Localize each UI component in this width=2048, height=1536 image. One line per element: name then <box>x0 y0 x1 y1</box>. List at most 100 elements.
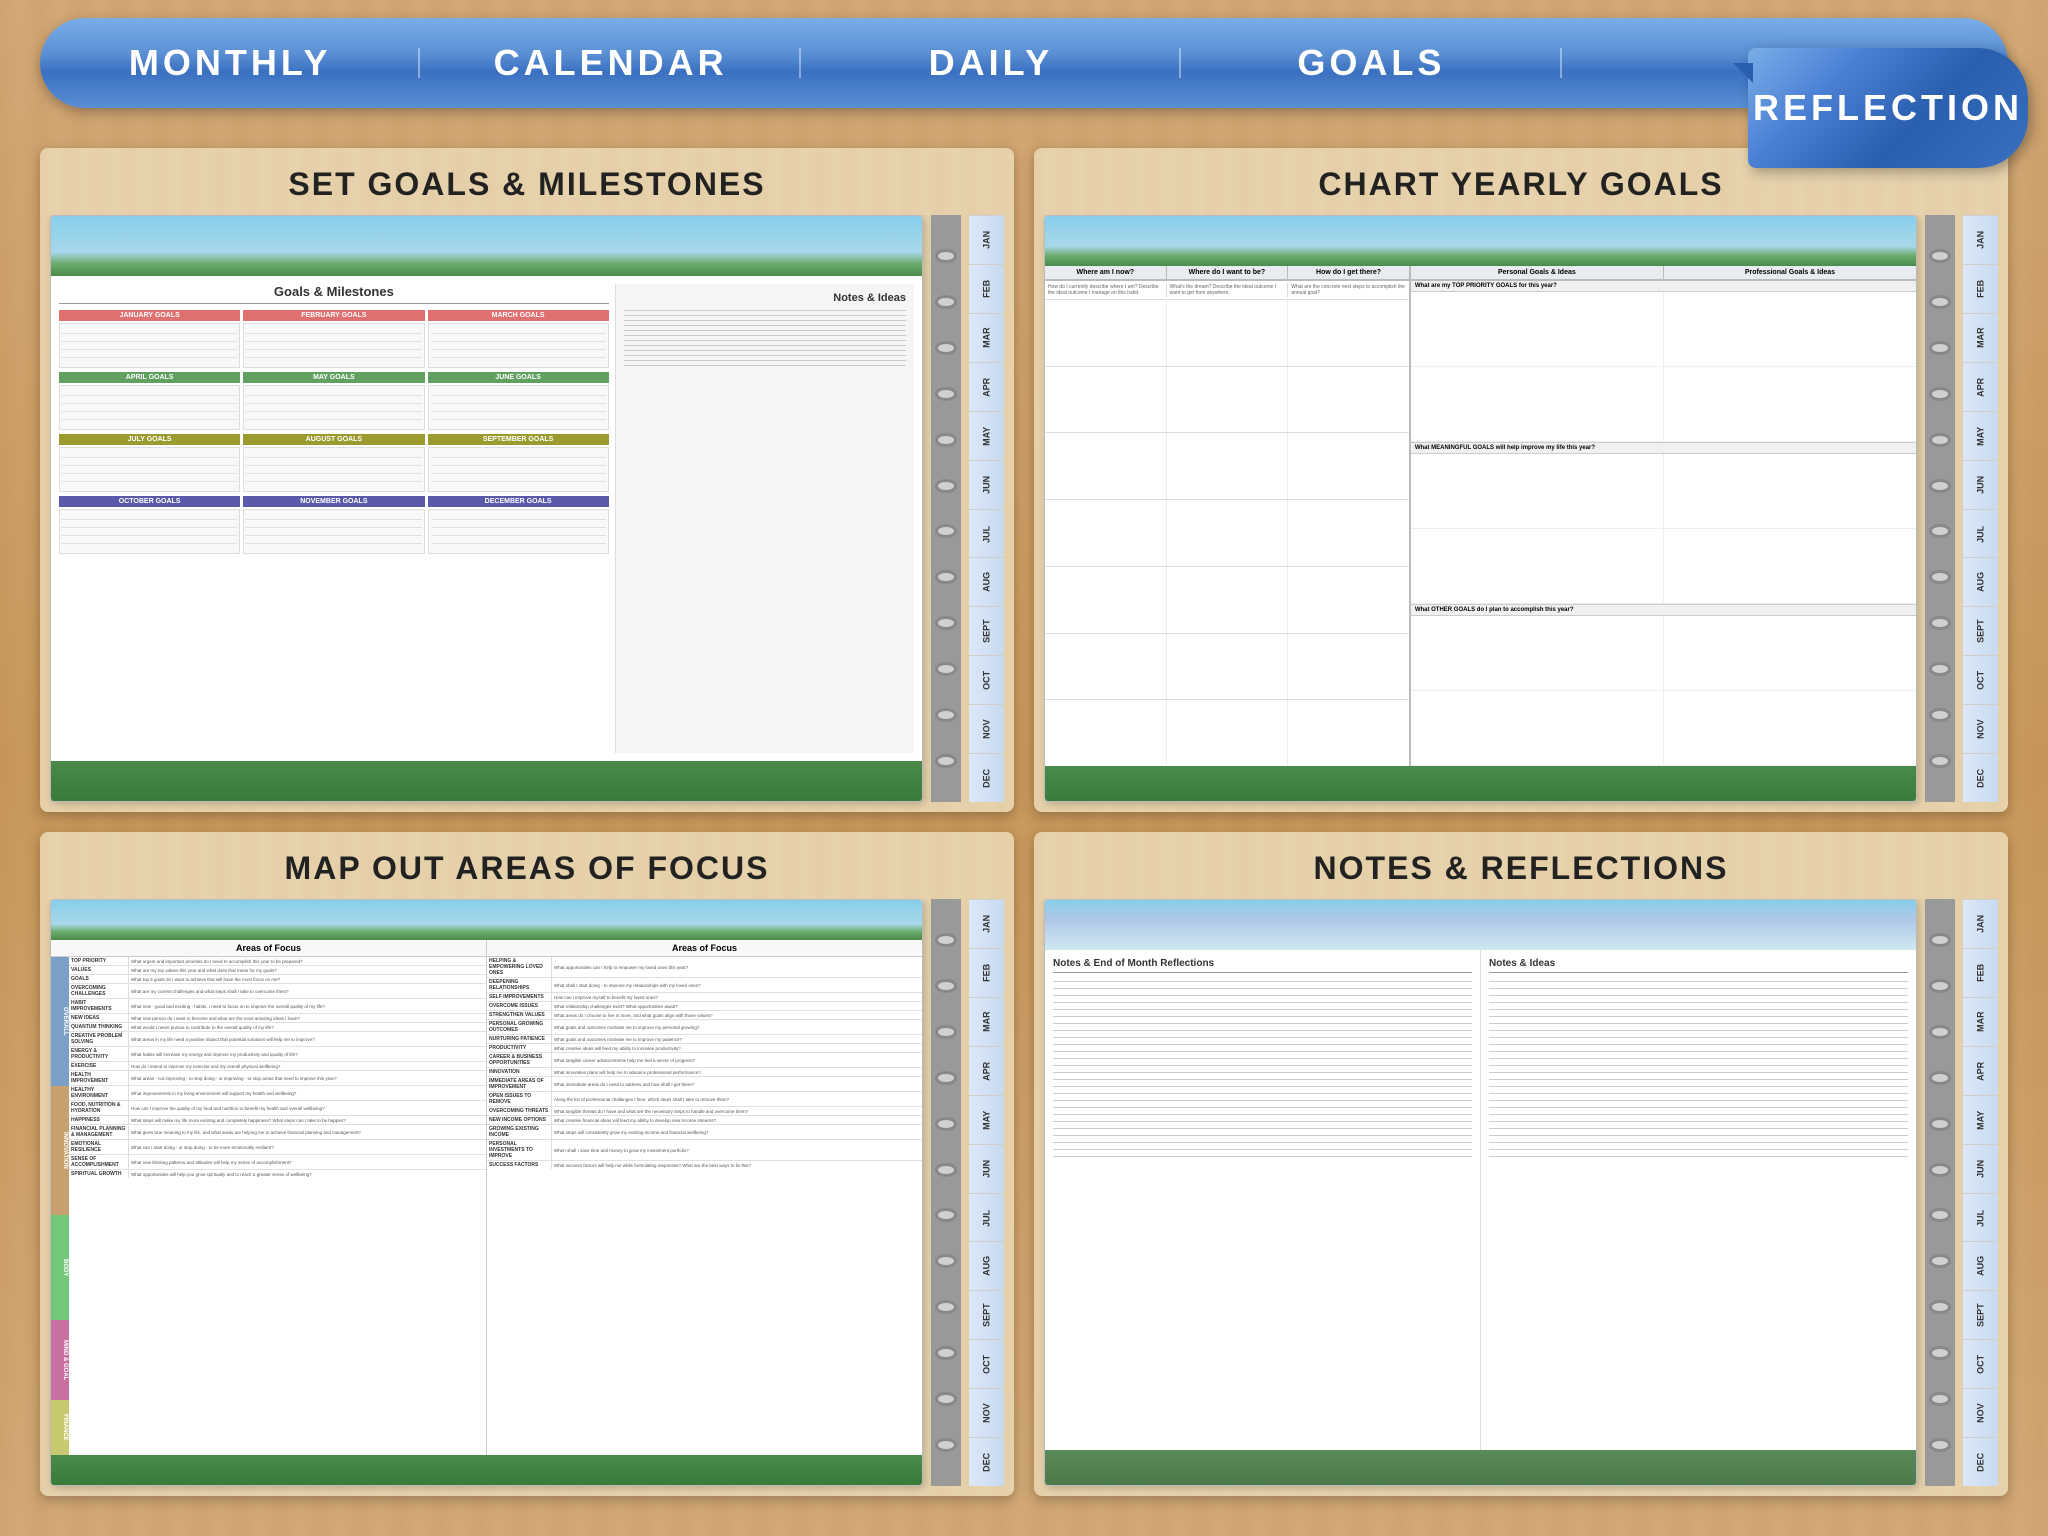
nav-goals-label: GOALS <box>1297 42 1445 83</box>
chart-month-jul[interactable]: JUL <box>1963 509 1998 558</box>
oct-goals-header: OCTOBER GOALS <box>59 496 240 507</box>
notes-month-oct[interactable]: OCT <box>1963 1339 1998 1388</box>
areas-month-may[interactable]: MAY <box>969 1095 1004 1144</box>
top-priority-label: What are my TOP PRIORITY GOALS for this … <box>1411 281 1916 292</box>
notes-lines <box>624 310 906 745</box>
chart-month-oct[interactable]: OCT <box>1963 655 1998 704</box>
areas-of-focus-panel: MAP OUT AREAS OF FOCUS Areas of Focus OV… <box>40 832 1014 1496</box>
right-personal-invest-text: When shall I save time and money to grow… <box>552 1147 922 1154</box>
areas-month-tabs: JAN FEB MAR APR MAY JUN JUL AUG SEPT OCT… <box>969 899 1004 1486</box>
month-tab-nov[interactable]: NOV <box>969 704 1004 753</box>
right-immediate: IMMEDIATE AREAS OF IMPROVEMENT <box>487 1077 552 1091</box>
apr-goals-area <box>59 385 240 430</box>
nav-monthly[interactable]: MONTHLY <box>40 42 420 84</box>
chart-month-aug[interactable]: AUG <box>1963 557 1998 606</box>
areas-month-nov[interactable]: NOV <box>969 1388 1004 1437</box>
innovation-label: INNOVATION <box>51 1086 69 1215</box>
areas-month-mar[interactable]: MAR <box>969 997 1004 1046</box>
notes-month-jun[interactable]: JUN <box>1963 1144 1998 1193</box>
notes-month-aug[interactable]: AUG <box>1963 1241 1998 1290</box>
spiral-coil <box>935 524 957 538</box>
notes-ideas-title: Notes & Ideas <box>1489 958 1908 973</box>
spiral-coil <box>935 708 957 722</box>
dec-goals-header: DECEMBER GOALS <box>428 496 609 507</box>
right-self-text: How can I improve myself to benefit my l… <box>552 994 922 1001</box>
chart-month-nov[interactable]: NOV <box>1963 704 1998 753</box>
chart-yearly-goals-panel: CHART YEARLY GOALS Where am I now? Where… <box>1034 148 2008 812</box>
chart-month-feb[interactable]: FEB <box>1963 264 1998 313</box>
month-tab-jul[interactable]: JUL <box>969 509 1004 558</box>
notes-month-mar[interactable]: MAR <box>1963 997 1998 1046</box>
nav-reflection-label: REFLECTION <box>1753 87 2023 129</box>
right-success-text: What success factors will help me while … <box>552 1162 922 1169</box>
nav-calendar[interactable]: CALENDAR <box>420 42 800 84</box>
areas-month-oct[interactable]: OCT <box>969 1339 1004 1388</box>
notes-month-apr[interactable]: APR <box>1963 1046 1998 1095</box>
areas-month-jul[interactable]: JUL <box>969 1193 1004 1242</box>
month-tab-aug[interactable]: AUG <box>969 557 1004 606</box>
areas-month-jan[interactable]: JAN <box>969 899 1004 948</box>
right-new-income-text: What creative financial ideas will feed … <box>552 1117 922 1124</box>
row-food: FOOD, NUTRITION & HYDRATION <box>69 1101 129 1115</box>
areas-month-feb[interactable]: FEB <box>969 948 1004 997</box>
areas-month-aug[interactable]: AUG <box>969 1241 1004 1290</box>
chart-month-mar[interactable]: MAR <box>1963 313 1998 362</box>
chart-month-dec[interactable]: DEC <box>1963 753 1998 802</box>
areas-month-apr[interactable]: APR <box>969 1046 1004 1095</box>
chart-month-apr[interactable]: APR <box>1963 362 1998 411</box>
apr-goals-header: APRIL GOALS <box>59 372 240 383</box>
month-tab-apr[interactable]: APR <box>969 362 1004 411</box>
right-personal-invest: PERSONAL INVESTMENTS TO IMPROVE <box>487 1140 552 1160</box>
month-tab-oct[interactable]: OCT <box>969 655 1004 704</box>
main-content: SET GOALS & MILESTONES Goals & Milestone… <box>20 128 2028 1516</box>
notes-month-nov[interactable]: NOV <box>1963 1388 1998 1437</box>
row-quantum-text: What would I never pursue to contribute … <box>129 1024 486 1031</box>
right-nurturing: NURTURING PATIENCE <box>487 1035 552 1043</box>
month-tab-feb[interactable]: FEB <box>969 264 1004 313</box>
notes-month-dec[interactable]: DEC <box>1963 1437 1998 1486</box>
jul-goals-header: JULY GOALS <box>59 434 240 445</box>
right-strengthen-text: What areas do I choose to live in more, … <box>552 1012 922 1019</box>
nav-ribbon: REFLECTION <box>1748 48 2028 168</box>
row-habits-text: What new - good and exciting - habits, I… <box>129 1003 486 1010</box>
row-exercise-text: How do I intend to improve my exercise a… <box>129 1063 486 1070</box>
chart-month-sept[interactable]: SEPT <box>1963 606 1998 655</box>
row-financial-text: What gives true meaning to my life, and … <box>129 1129 486 1136</box>
chart-month-may[interactable]: MAY <box>1963 411 1998 460</box>
month-tab-jan[interactable]: JAN <box>969 215 1004 264</box>
aug-goals-area <box>243 447 424 492</box>
chart-month-jan[interactable]: JAN <box>1963 215 1998 264</box>
month-tab-dec[interactable]: DEC <box>969 753 1004 802</box>
chart-month-jun[interactable]: JUN <box>1963 460 1998 509</box>
month-tab-sept[interactable]: SEPT <box>969 606 1004 655</box>
professional-goals-header: Professional Goals & Ideas <box>1664 266 1916 279</box>
row-values: VALUES <box>69 966 129 974</box>
right-career: CAREER & BUSINESS OPPORTUNITIES <box>487 1053 552 1067</box>
month-tab-jun[interactable]: JUN <box>969 460 1004 509</box>
right-growing: GROWING EXISTING INCOME <box>487 1125 552 1139</box>
row-sense-text: What new thinking patterns and attitudes… <box>129 1159 486 1166</box>
notes-month-jan[interactable]: JAN <box>1963 899 1998 948</box>
notes-month-jul[interactable]: JUL <box>1963 1193 1998 1242</box>
mar-goals-area <box>428 323 609 368</box>
right-deepening-text: What shall I start doing - to improve my… <box>552 982 922 989</box>
notes-month-may[interactable]: MAY <box>1963 1095 1998 1144</box>
notes-month-sept[interactable]: SEPT <box>1963 1290 1998 1339</box>
row-health: HEALTH IMPROVEMENT <box>69 1071 129 1085</box>
row-quantum: QUANTUM THINKING <box>69 1023 129 1031</box>
right-overcoming-text: What tangible threats do I have and what… <box>552 1108 922 1115</box>
goals-spiral <box>931 215 961 802</box>
right-strengthen: STRENGTHEN VALUES <box>487 1011 552 1019</box>
nav-daily[interactable]: DAILY <box>801 42 1181 84</box>
nov-goals-header: NOVEMBER GOALS <box>243 496 424 507</box>
row-environment-text: What improvements in my living environme… <box>129 1090 486 1097</box>
month-tab-mar[interactable]: MAR <box>969 313 1004 362</box>
nav-goals[interactable]: GOALS <box>1181 42 1561 84</box>
areas-month-sept[interactable]: SEPT <box>969 1290 1004 1339</box>
areas-month-jun[interactable]: JUN <box>969 1144 1004 1193</box>
notes-month-feb[interactable]: FEB <box>1963 948 1998 997</box>
notes-reflections-content: Notes & End of Month Reflections <box>1034 899 2008 1496</box>
personal-goals-header: Personal Goals & Ideas <box>1411 266 1664 279</box>
month-tab-may[interactable]: MAY <box>969 411 1004 460</box>
areas-month-dec[interactable]: DEC <box>969 1437 1004 1486</box>
